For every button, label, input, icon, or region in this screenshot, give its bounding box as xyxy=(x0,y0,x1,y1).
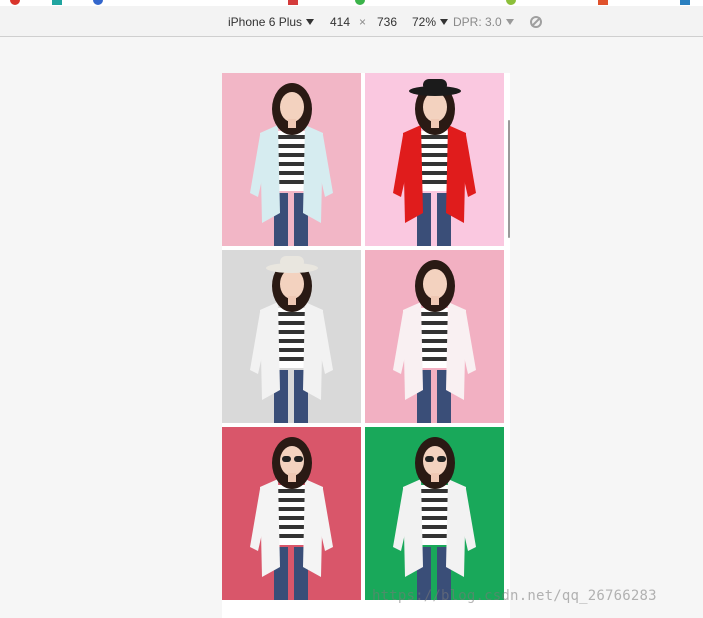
viewport-scrollbar[interactable] xyxy=(508,120,510,238)
photo-woman-red-blazer-hat[interactable] xyxy=(365,73,504,246)
emulated-viewport xyxy=(222,73,510,618)
chevron-down-icon xyxy=(306,18,315,25)
bookmark-icon xyxy=(680,0,690,5)
zoom-select-label: 72% xyxy=(412,15,437,29)
height-input[interactable]: 736 xyxy=(377,15,397,29)
bookmark-icon xyxy=(288,0,298,5)
chevron-down-icon xyxy=(440,18,449,25)
dimension-separator: × xyxy=(359,15,367,29)
bookmark-icon xyxy=(52,0,62,5)
bookmark-icon xyxy=(355,0,365,5)
photo-graphic xyxy=(222,427,361,600)
photo-woman-pink-skirt-street[interactable] xyxy=(222,427,361,600)
photo-woman-white-blazer-pink[interactable] xyxy=(365,250,504,423)
bookmark-icon xyxy=(598,0,608,5)
bookmark-icon xyxy=(506,0,516,5)
chevron-down-icon xyxy=(505,18,514,25)
photo-woman-white-blazer-hat[interactable] xyxy=(222,250,361,423)
zoom-select[interactable]: 72% xyxy=(412,15,449,29)
width-input[interactable]: 414 xyxy=(330,15,350,29)
bookmark-icon xyxy=(93,0,103,5)
dpr-select-label: DPR: 3.0 xyxy=(453,15,502,29)
photo-woman-light-blue-blazer[interactable] xyxy=(222,73,361,246)
photo-graphic xyxy=(365,73,504,246)
photo-graphic xyxy=(222,250,361,423)
photo-woman-megaphone-green[interactable] xyxy=(365,427,504,600)
photo-graphic xyxy=(365,250,504,423)
device-select-label: iPhone 6 Plus xyxy=(228,15,303,29)
photo-graphic xyxy=(365,427,504,600)
device-select[interactable]: iPhone 6 Plus xyxy=(228,15,315,29)
bookmark-icon xyxy=(10,0,20,5)
photo-graphic xyxy=(222,73,361,246)
watermark: https://blog.csdn.net/qq_26766283 xyxy=(372,588,657,604)
rotate-icon[interactable] xyxy=(530,16,542,28)
dpr-select[interactable]: DPR: 3.0 xyxy=(453,15,514,29)
device-toolbar: iPhone 6 Plus 414 × 736 72% DPR: 3.0 xyxy=(0,6,703,37)
